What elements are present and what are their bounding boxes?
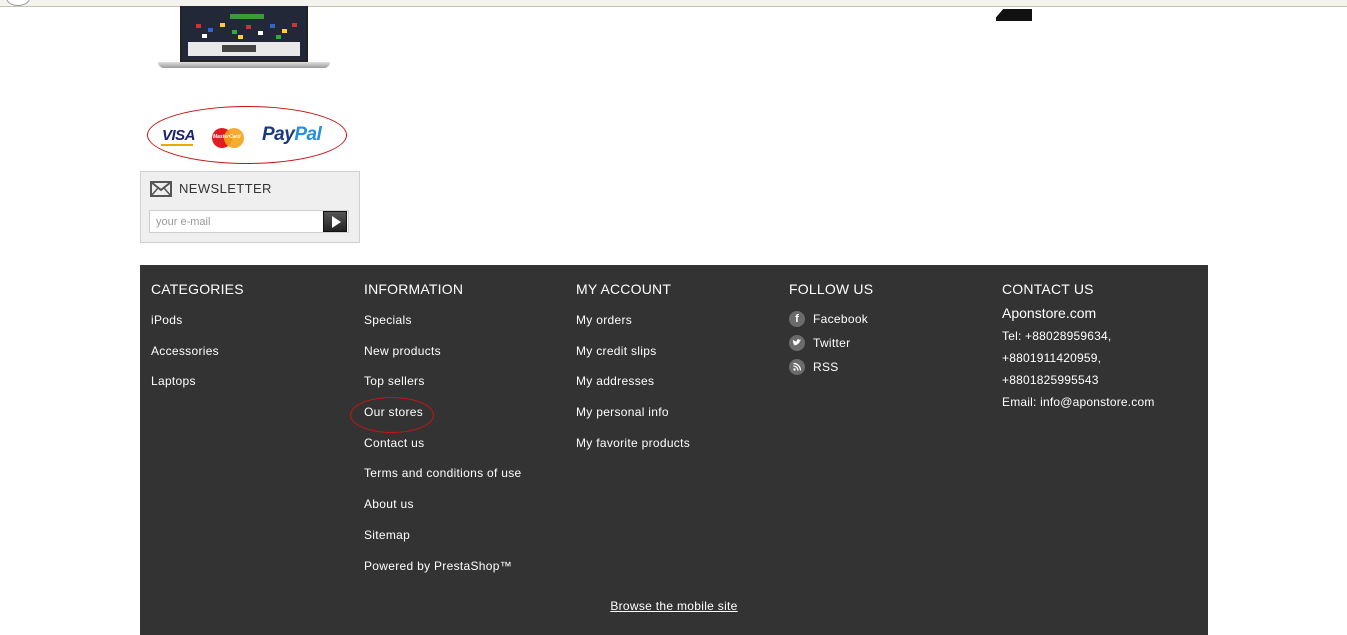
footer-link-twitter[interactable]: Twitter [813,336,850,350]
newsletter-email-input[interactable] [149,210,349,233]
contact-site-name: Aponstore.com [1002,305,1097,321]
follow-us-heading: FOLLOW US [789,281,874,297]
information-heading: INFORMATION [364,281,464,297]
footer-link-about-us[interactable]: About us [364,497,414,511]
categories-heading: CATEGORIES [151,281,244,297]
social-item-rss[interactable]: RSS [789,351,989,382]
footer-link-laptops[interactable]: Laptops [151,374,196,388]
envelope-icon [150,181,172,197]
footer-link-sitemap[interactable]: Sitemap [364,528,410,542]
payment-logos: VISA MasterCard PayPal [147,106,347,164]
mastercard-logo-icon: MasterCard [212,128,244,148]
annotation-oval [350,397,434,433]
footer-link-powered-by[interactable]: Powered by PrestaShop™ [364,559,512,573]
contact-tel-2: +8801911420959, [1002,351,1102,365]
product-image-partial[interactable] [996,9,1032,21]
footer-categories: CATEGORIES iPods Accessories Laptops [151,281,351,403]
newsletter-submit-button[interactable] [323,211,347,232]
browser-button-icon[interactable] [6,0,30,6]
footer-information: INFORMATION Specials New products Top se… [364,281,564,587]
footer-link-terms[interactable]: Terms and conditions of use [364,466,522,480]
footer-link-top-sellers[interactable]: Top sellers [364,374,425,388]
footer-link-contact-us[interactable]: Contact us [364,436,424,450]
laptop-screen [180,6,308,62]
footer-contact-us: CONTACT US Aponstore.com Tel: +880289596… [1002,281,1202,413]
footer-follow-us: FOLLOW US f Facebook Twitter RSS [789,281,989,382]
my-account-heading: MY ACCOUNT [576,281,672,297]
browse-mobile-site-link[interactable]: Browse the mobile site [140,599,1208,613]
newsletter-title: NEWSLETTER [179,181,272,196]
rss-icon [789,358,805,375]
footer-link-ipods[interactable]: iPods [151,313,183,327]
paypal-logo-icon: PayPal [262,124,322,145]
contact-tel-1: Tel: +88028959634, [1002,329,1112,343]
footer: CATEGORIES iPods Accessories Laptops INF… [140,265,1208,635]
footer-link-my-credit-slips[interactable]: My credit slips [576,344,657,358]
footer-my-account: MY ACCOUNT My orders My credit slips My … [576,281,776,464]
visa-logo-icon: VISA [162,127,196,144]
twitter-icon [789,335,805,352]
contact-email: Email: info@aponstore.com [1002,395,1155,409]
footer-link-my-addresses[interactable]: My addresses [576,374,654,388]
footer-link-accessories[interactable]: Accessories [151,344,219,358]
footer-link-facebook[interactable]: Facebook [813,312,868,326]
newsletter-block: NEWSLETTER [140,171,360,243]
footer-link-my-favorite-products[interactable]: My favorite products [576,436,690,450]
laptop-product-image[interactable] [158,6,330,70]
contact-us-heading: CONTACT US [1002,281,1094,297]
footer-link-my-orders[interactable]: My orders [576,313,632,327]
footer-link-new-products[interactable]: New products [364,344,441,358]
footer-link-my-personal-info[interactable]: My personal info [576,405,669,419]
footer-link-rss[interactable]: RSS [813,360,839,374]
footer-link-specials[interactable]: Specials [364,313,412,327]
facebook-icon: f [789,311,805,328]
contact-tel-3: +8801825995543 [1002,373,1099,387]
